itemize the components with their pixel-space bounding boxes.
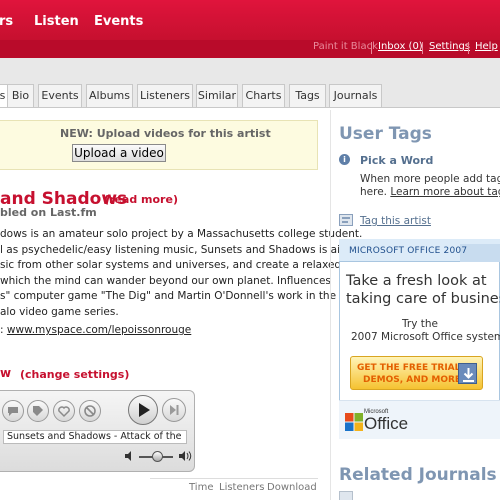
bio-line: sic from other solar systems and univers… bbox=[0, 259, 342, 271]
artist-bio: dows is an amateur solo project by a Mas… bbox=[0, 227, 364, 320]
column-time[interactable]: Time bbox=[189, 482, 213, 493]
tab-bio[interactable]: Bio bbox=[7, 84, 34, 107]
upload-notice-text: NEW: Upload videos for this artist bbox=[60, 127, 271, 140]
ad-header-label: MICROSOFT OFFICE 2007 bbox=[349, 246, 468, 256]
cta-line1: GET THE FREE TRIAL, bbox=[357, 363, 464, 373]
volume-slider-handle[interactable] bbox=[152, 451, 163, 462]
office-logo-icon bbox=[345, 413, 363, 431]
nav-item-listen[interactable]: Listen bbox=[34, 14, 79, 29]
help-link[interactable]: Help bbox=[475, 41, 498, 55]
office-logo-text: Office bbox=[364, 414, 409, 433]
divider bbox=[150, 478, 318, 479]
myspace-link[interactable]: www.myspace.com/lepoissonrouge bbox=[7, 324, 191, 336]
pick-a-word-heading: Pick a Word bbox=[360, 154, 434, 167]
speech-bubble-icon[interactable] bbox=[2, 400, 24, 422]
download-icon bbox=[458, 363, 477, 384]
myspace-line: : www.myspace.com/lepoissonrouge bbox=[0, 324, 191, 336]
ad-sub-line2: 2007 Microsoft Office system. bbox=[351, 331, 500, 343]
tab-events[interactable]: Events bbox=[38, 84, 82, 107]
ad-headline-line1: Take a fresh look at bbox=[346, 273, 487, 289]
bio-line: s" computer game "The Dig" and Martin O'… bbox=[0, 290, 337, 302]
separator bbox=[371, 42, 372, 54]
learn-tagging-link[interactable]: Learn more about taggin bbox=[390, 186, 500, 198]
volume-max-icon bbox=[179, 451, 192, 461]
bio-line: alo video game series. bbox=[0, 305, 119, 318]
bio-line: dows is an amateur solo project by a Mas… bbox=[0, 228, 363, 240]
cta-text: GET THE FREE TRIAL, DEMOS, AND MORE! bbox=[357, 362, 465, 386]
volume-icon bbox=[125, 451, 131, 461]
tab-journals[interactable]: Journals bbox=[329, 84, 382, 107]
ad-headline-line2: taking care of business. bbox=[346, 291, 500, 307]
heart-icon[interactable] bbox=[53, 400, 75, 422]
artist-subtitle: bled on Last.fm bbox=[0, 206, 97, 219]
inbox-link[interactable]: Inbox (0) bbox=[378, 41, 423, 55]
sidebar-divider bbox=[330, 110, 331, 500]
tag-this-artist-link[interactable]: Tag this artist bbox=[360, 215, 431, 227]
page: rs Listen Events Paint it Black Inbox (0… bbox=[0, 0, 500, 500]
tab-similar[interactable]: Similar bbox=[196, 84, 238, 107]
tag-icon[interactable] bbox=[27, 400, 49, 422]
tab-charts[interactable]: Charts bbox=[242, 84, 285, 107]
upload-video-button[interactable]: Upload a video bbox=[72, 144, 166, 162]
separator bbox=[468, 42, 469, 54]
bio-line: l as psychedelic/easy listening music, S… bbox=[0, 243, 364, 256]
settings-link[interactable]: Settings bbox=[429, 41, 470, 55]
change-settings-link[interactable]: (change settings) bbox=[20, 368, 129, 381]
tab-tags[interactable]: Tags bbox=[289, 84, 326, 107]
tab-listeners[interactable]: Listeners bbox=[137, 84, 193, 107]
myspace-prefix: : bbox=[0, 324, 7, 336]
journal-icon bbox=[339, 491, 353, 500]
now-playing-display: Sunsets and Shadows - Attack of the bbox=[3, 430, 187, 444]
info-icon: i bbox=[339, 154, 350, 165]
column-listeners[interactable]: Listeners bbox=[219, 482, 264, 493]
column-download[interactable]: Download bbox=[267, 482, 317, 493]
pick-text-line1: When more people add tags fo bbox=[360, 173, 500, 185]
ban-icon[interactable] bbox=[79, 400, 101, 422]
skip-button[interactable] bbox=[162, 398, 186, 422]
related-journals-heading: Related Journals bbox=[339, 465, 497, 485]
play-button[interactable] bbox=[128, 395, 158, 425]
cta-line2: DEMOS, AND MORE! bbox=[363, 375, 466, 385]
tab-albums[interactable]: Albums bbox=[86, 84, 133, 107]
pick-text-prefix: here. bbox=[360, 186, 391, 198]
nav-item-events[interactable]: Events bbox=[94, 14, 143, 29]
user-tags-heading: User Tags bbox=[339, 124, 432, 144]
tag-artist-icon bbox=[339, 214, 353, 226]
ad-sub-line1: Try the bbox=[402, 318, 438, 330]
nav-item-partial[interactable]: rs bbox=[0, 14, 13, 29]
read-more-link[interactable]: (read more) bbox=[104, 193, 178, 206]
bio-line: which the mind can wander beyond our own… bbox=[0, 274, 331, 287]
username-link[interactable]: Paint it Black bbox=[313, 41, 378, 55]
radio-title: w bbox=[0, 366, 12, 380]
pick-text-line2: here. Learn more about taggin bbox=[360, 186, 500, 198]
user-bar bbox=[0, 40, 500, 58]
separator bbox=[422, 42, 423, 54]
